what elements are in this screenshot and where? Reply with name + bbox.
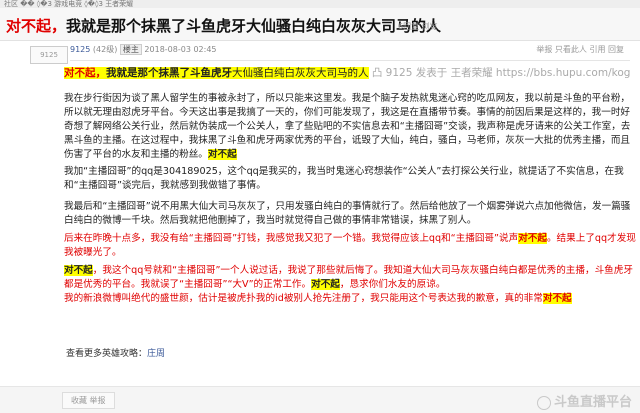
op-badge: 楼主 — [119, 44, 142, 55]
post-actions[interactable]: 举报 只看此人 引用 回复 — [536, 44, 624, 55]
paragraph-6: 我的新浪微博叫绝代的盛世颜，估计是被虎扑我的id被别人抢先注册了，我只能用这个号… — [64, 292, 636, 306]
paragraph-3: 我最后和“主播囧哥”说不用黑大仙大司马灰灰了，只用发骚白纯白的事情就行了。然后给… — [64, 201, 631, 226]
hero-link[interactable]: 庄周 — [147, 349, 165, 359]
post-meta: 9125 (42级) 楼主 2018-08-03 02:45 举报 只看此人 引… — [70, 44, 630, 58]
paragraph-1-text: 我在步行街因为谈了黑人留学生的事被永封了，所以只能来这里发。我是个脑子发热就鬼迷… — [64, 93, 631, 160]
paragraph-6-text: 我的新浪微博叫绝代的盛世颜，估计是被虎扑我的id被别人抢先注册了，我只能用这个号… — [64, 293, 543, 304]
paragraph-4-text: 后来在昨晚十点多，我没有给“主播囧哥”打钱，我感觉我又犯了一个错。我觉得应该上q… — [64, 233, 519, 244]
quote-bold: 我就是那个抹黑了斗鱼虎牙 — [106, 67, 232, 79]
site-breadcrumb-bar: 社区 �� ◊�3 游戏电竞 ◊�◊3 王者荣耀 — [0, 0, 640, 8]
apology-highlight: 对不起 — [64, 265, 93, 276]
divider — [70, 60, 630, 61]
avatar[interactable]: 9125 — [30, 46, 68, 64]
watermark-text: 斗鱼直播平台 — [553, 395, 632, 410]
more-guides-label: 查看更多英雄攻略： — [66, 349, 148, 359]
paragraph-1: 我在步行街因为谈了黑人留学生的事被永封了，所以只能来这里发。我是个脑子发热就鬼迷… — [64, 92, 636, 162]
breadcrumb[interactable]: 社区 �� ◊�3 游戏电竞 ◊�◊3 王者荣耀 — [4, 0, 133, 8]
more-guides: 查看更多英雄攻略：庄周 — [66, 346, 165, 359]
thread-stats: 6回复 浏览 — [398, 22, 438, 31]
title-apology: 对不起， — [6, 17, 67, 35]
post-datetime: 2018-08-03 02:45 — [144, 45, 217, 54]
quote-rest: 大仙骚白纯白灰灰大司马的人 — [232, 67, 369, 79]
paragraph-5: 对不起，我这个qq号就和“主播囧哥”一个人说过话，我说了那些就后悔了。我知道大仙… — [64, 264, 636, 292]
apology-highlight: 对不起 — [311, 279, 340, 290]
thread-title: 对不起，我就是那个抹黑了斗鱼虎牙大仙骚白纯白灰灰大司马的人 — [6, 15, 441, 36]
bottom-bar: 收藏 举报 斗鱼直播平台 — [0, 386, 640, 413]
username-link[interactable]: 9125 — [70, 45, 90, 54]
title-text: 我就是那个抹黑了斗鱼虎牙大仙骚白纯白灰灰大司马的人 — [66, 17, 442, 35]
paragraph-4: 后来在昨晚十点多，我没有给“主播囧哥”打钱，我感觉我又犯了一个错。我觉得应该上q… — [64, 232, 636, 260]
paragraph-2: 我加“主播囧哥”的qq是304189025，这个qq是我买的，我当时鬼迷心窍想装… — [64, 166, 624, 191]
quote-line: 对不起，我就是那个抹黑了斗鱼虎牙大仙骚白纯白灰灰大司马的人 凸 9125 发表于… — [64, 66, 636, 80]
apology-highlight: 对不起 — [518, 233, 547, 244]
report-button[interactable]: 收藏 举报 — [62, 392, 115, 409]
quote-source-link[interactable]: 凸 9125 发表于 王者荣耀 https://bbs.hupu.com/kog — [372, 67, 631, 79]
apology-highlight: 对不起 — [207, 149, 237, 160]
watermark: 斗鱼直播平台 — [536, 391, 632, 410]
post-body: 对不起，我就是那个抹黑了斗鱼虎牙大仙骚白纯白灰灰大司马的人 凸 9125 发表于… — [64, 66, 636, 306]
apology-highlight: 对不起 — [542, 293, 572, 304]
weibo-icon — [536, 395, 551, 410]
user-level: (42级) — [92, 45, 118, 54]
thread-header: 对不起，我就是那个抹黑了斗鱼虎牙大仙骚白纯白灰灰大司马的人 6回复 浏览 — [0, 8, 640, 41]
paragraph-5-end: ，恳求你们水友的原谅。 — [339, 279, 446, 290]
quote-apology: 对不起， — [64, 67, 106, 79]
